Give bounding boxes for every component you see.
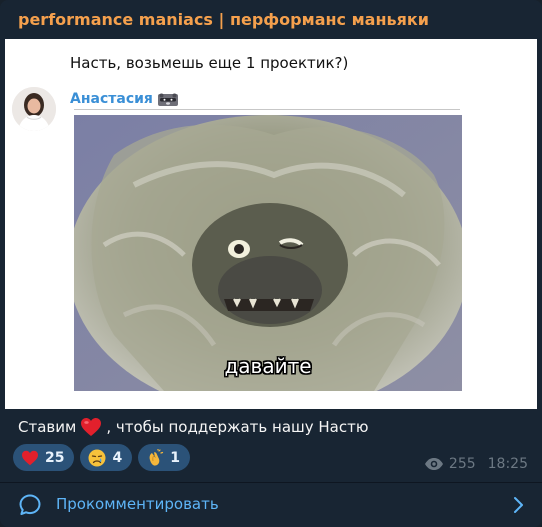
channel-post: performance maniacs | перформанс маньяки… xyxy=(0,0,542,527)
comment-button[interactable]: Прокомментировать xyxy=(0,483,542,527)
embedded-divider xyxy=(74,109,460,110)
forwarded-screenshot[interactable]: Насть, возьмешь еще 1 проектик?) Анастас… xyxy=(5,39,537,409)
meme-caption: давайте xyxy=(224,354,312,378)
reaction-crying-button[interactable]: 4 xyxy=(80,444,133,471)
meme-image[interactable]: давайте xyxy=(74,115,462,391)
message-time: 18:25 xyxy=(487,456,528,472)
reaction-heart-button[interactable]: 25 xyxy=(13,444,75,471)
message-text-end: , чтобы поддержать нашу Настю xyxy=(106,418,369,436)
reactions-bar: 25 4 1 xyxy=(13,444,190,471)
eye-icon xyxy=(424,458,443,470)
message-text: Ставим , чтобы поддержать нашу Настю xyxy=(18,417,368,437)
embedded-question-text: Насть, возьмешь еще 1 проектик?) xyxy=(70,54,349,72)
avatar xyxy=(12,87,56,131)
raccoon-face-icon xyxy=(158,93,178,106)
chevron-right-icon xyxy=(514,497,523,513)
reaction-count: 25 xyxy=(45,449,65,466)
red-heart-icon xyxy=(22,450,38,465)
views-counter: 255 xyxy=(424,456,476,472)
reaction-count: 1 xyxy=(170,449,180,466)
furry-monster-picture xyxy=(74,115,462,391)
message-text-start: Ставим xyxy=(18,418,77,436)
clapping-hands-icon xyxy=(149,448,164,466)
comment-label: Прокомментировать xyxy=(56,495,219,513)
crying-face-icon xyxy=(88,449,106,466)
red-heart-icon xyxy=(81,418,102,436)
message-meta: 255 18:25 xyxy=(424,456,528,472)
reaction-clap-button[interactable]: 1 xyxy=(138,444,190,471)
embedded-author-name: Анастасия xyxy=(70,91,153,107)
comment-bubble-icon xyxy=(19,494,41,515)
channel-title[interactable]: performance maniacs | перформанс маньяки xyxy=(18,10,429,29)
reaction-count: 4 xyxy=(112,449,123,466)
views-count: 255 xyxy=(448,456,476,472)
